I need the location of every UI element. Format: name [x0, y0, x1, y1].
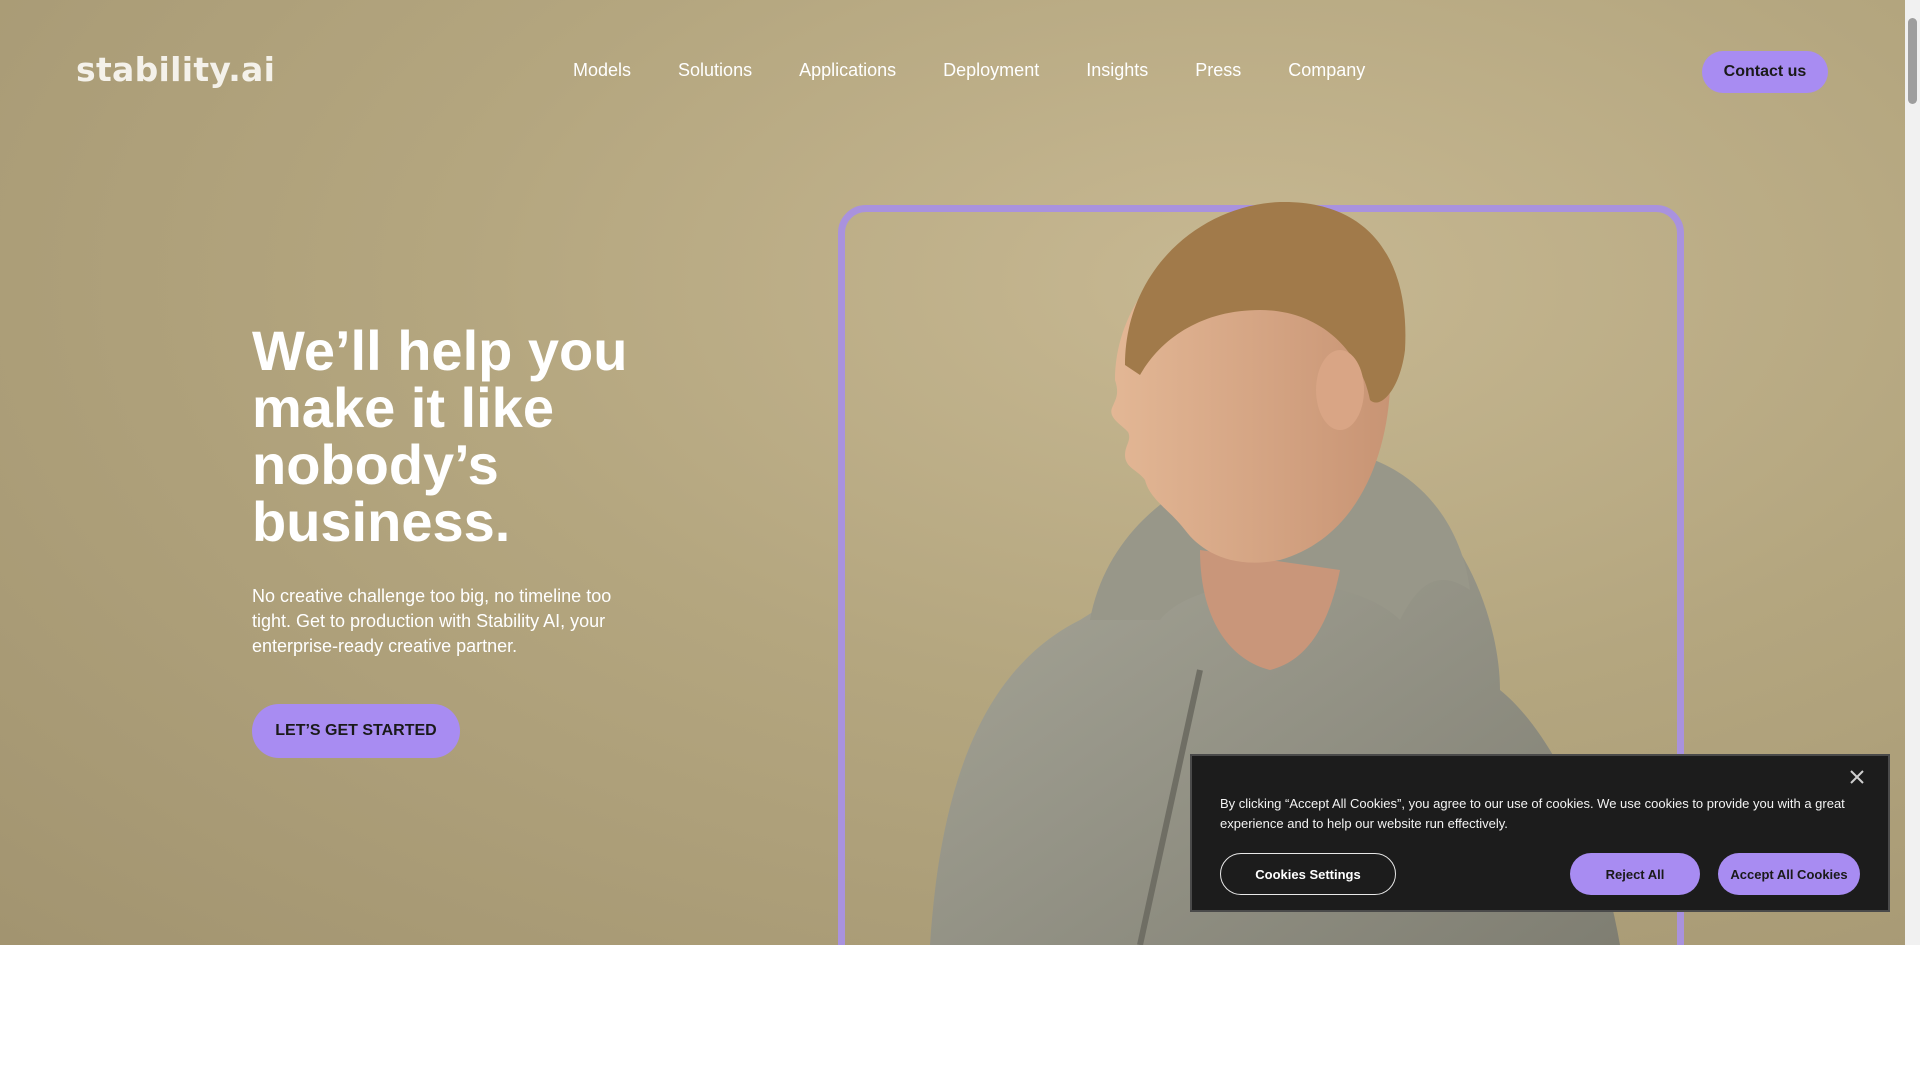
nav-item-applications[interactable]: Applications [799, 58, 896, 82]
nav-item-company[interactable]: Company [1288, 58, 1365, 82]
main-nav: Models Solutions Applications Deployment… [573, 58, 1412, 82]
nav-item-solutions[interactable]: Solutions [678, 58, 752, 82]
nav-item-insights[interactable]: Insights [1086, 58, 1148, 82]
nav-item-models[interactable]: Models [573, 58, 631, 82]
cookie-banner: By clicking “Accept All Cookies”, you ag… [1190, 754, 1890, 912]
hero-headline: We’ll help you make it like nobody’s bus… [252, 319, 628, 553]
contact-us-button[interactable]: Contact us [1702, 51, 1828, 93]
hero-subtext: No creative challenge too big, no timeli… [252, 586, 612, 656]
cookies-settings-button[interactable]: Cookies Settings [1220, 853, 1396, 895]
get-started-button[interactable]: LET’S GET STARTED [252, 704, 460, 758]
cookie-message: By clicking “Accept All Cookies”, you ag… [1220, 796, 1845, 831]
scrollbar-thumb[interactable] [1908, 18, 1917, 104]
nav-item-deployment[interactable]: Deployment [943, 58, 1039, 82]
close-icon[interactable] [1846, 766, 1868, 788]
scrollbar-track[interactable] [1905, 0, 1920, 945]
accept-all-cookies-button[interactable]: Accept All Cookies [1718, 853, 1860, 895]
stability-logo[interactable]: stability.ai [76, 50, 275, 89]
nav-item-press[interactable]: Press [1195, 58, 1241, 82]
reject-all-button[interactable]: Reject All [1570, 853, 1700, 895]
